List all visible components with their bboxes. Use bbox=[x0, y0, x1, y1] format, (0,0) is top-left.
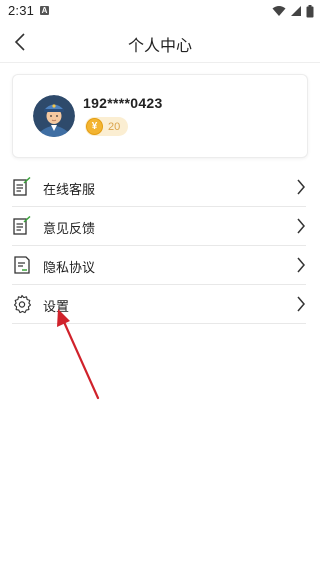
status-icons bbox=[272, 4, 314, 18]
page-title: 个人中心 bbox=[127, 38, 192, 55]
wifi-icon bbox=[272, 6, 286, 16]
status-bar: 2:31 A bbox=[0, 0, 320, 22]
screen: 2:31 A 个人中心 192****0423 ¥ 20 在线客服 意见反馈 隐… bbox=[0, 0, 320, 568]
note-edit-icon bbox=[13, 216, 31, 235]
signal-icon bbox=[291, 6, 301, 16]
document-icon bbox=[14, 256, 30, 274]
chevron-right-icon bbox=[297, 296, 305, 312]
avatar[interactable] bbox=[33, 95, 75, 137]
coin-count: 20 bbox=[108, 120, 121, 133]
menu-item-privacy[interactable]: 隐私协议 bbox=[12, 246, 306, 285]
chevron-right-icon bbox=[297, 179, 305, 195]
coin-badge[interactable]: ¥ 20 bbox=[85, 117, 129, 136]
note-edit-icon bbox=[13, 177, 31, 196]
a-icon: A bbox=[40, 6, 49, 15]
battery-icon bbox=[306, 4, 314, 17]
menu-item-label: 在线客服 bbox=[43, 182, 96, 197]
avatar-conductor-icon bbox=[33, 95, 75, 137]
username: 192****0423 bbox=[83, 95, 163, 111]
menu-item-label: 意见反馈 bbox=[43, 221, 96, 236]
status-time: 2:31 bbox=[8, 3, 35, 18]
menu-item-label: 隐私协议 bbox=[43, 260, 96, 275]
menu-item-settings[interactable]: 设置 bbox=[12, 285, 306, 324]
menu-item-online-service[interactable]: 在线客服 bbox=[12, 168, 306, 207]
menu-list: 在线客服 意见反馈 隐私协议 设置 bbox=[12, 168, 306, 324]
menu-item-label: 设置 bbox=[43, 299, 70, 314]
coin-icon: ¥ bbox=[86, 118, 103, 135]
chevron-right-icon bbox=[297, 257, 305, 273]
menu-item-feedback[interactable]: 意见反馈 bbox=[12, 207, 306, 246]
nav-bar: 个人中心 bbox=[0, 22, 320, 63]
gear-icon bbox=[13, 294, 32, 314]
profile-card: 192****0423 ¥ 20 bbox=[12, 74, 308, 158]
chevron-right-icon bbox=[297, 218, 305, 234]
